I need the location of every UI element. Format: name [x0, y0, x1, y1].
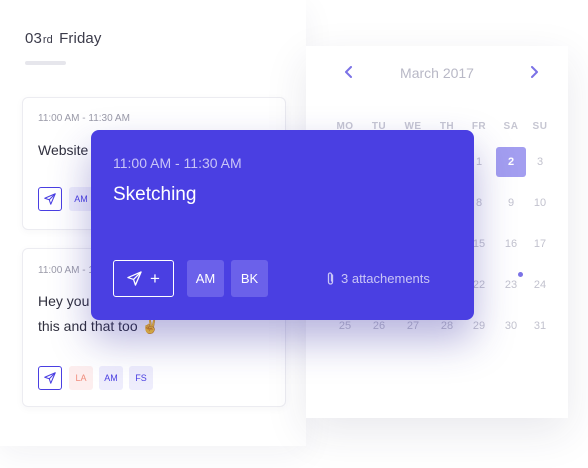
popover-event-time: 11:00 AM - 11:30 AM: [113, 155, 242, 171]
send-button[interactable]: [38, 187, 62, 211]
day-heading: 03rd Friday: [25, 30, 101, 47]
assignee-tag[interactable]: AM: [99, 366, 123, 390]
event-time: 11:00 AM - 11:30 AM: [38, 113, 130, 124]
assignee-tag[interactable]: LA: [69, 366, 93, 390]
assignee-tag[interactable]: AM: [187, 260, 224, 297]
assignee-tag[interactable]: FS: [129, 366, 153, 390]
popover-event-title: Sketching: [113, 184, 197, 205]
send-add-button[interactable]: +: [113, 260, 174, 297]
send-button[interactable]: [38, 366, 62, 390]
attachments-link[interactable]: 3 attachements: [326, 271, 430, 286]
calendar-day[interactable]: 10: [525, 188, 555, 218]
next-month-button[interactable]: [526, 64, 542, 80]
schedule-screen: 03rd Friday 11:00 AM - 11:30 AM Website …: [0, 0, 588, 468]
assignee-tag[interactable]: BK: [231, 260, 268, 297]
calendar-day-selected[interactable]: 2: [496, 147, 526, 177]
plus-icon: +: [150, 268, 160, 288]
assignee-tag[interactable]: AM: [69, 187, 93, 211]
weekday-label: SU: [532, 121, 548, 132]
attachments-count: 3 attachements: [341, 271, 430, 286]
day-heading-underline: [25, 61, 66, 65]
calendar-day[interactable]: 24: [525, 270, 555, 300]
day-suffix: rd: [42, 34, 53, 46]
event-indicator-dot: [518, 272, 523, 277]
weekday-label: SA: [503, 121, 519, 132]
calendar-day[interactable]: 31: [525, 311, 555, 341]
chevron-right-icon: [530, 66, 538, 78]
calendar-day[interactable]: 9: [496, 188, 526, 218]
calendar-day[interactable]: 17: [525, 229, 555, 259]
event-detail-popover: 11:00 AM - 11:30 AM Sketching + AM BK 3 …: [91, 130, 474, 320]
paperclip-icon: [327, 272, 334, 285]
send-icon: [44, 372, 56, 384]
send-icon: [127, 271, 142, 286]
send-icon: [44, 193, 56, 205]
day-weekday: Friday: [59, 30, 102, 47]
calendar-day[interactable]: 16: [496, 229, 526, 259]
calendar-day[interactable]: 3: [525, 147, 555, 177]
day-number: 03: [25, 30, 42, 47]
calendar-day[interactable]: 30: [496, 311, 526, 341]
